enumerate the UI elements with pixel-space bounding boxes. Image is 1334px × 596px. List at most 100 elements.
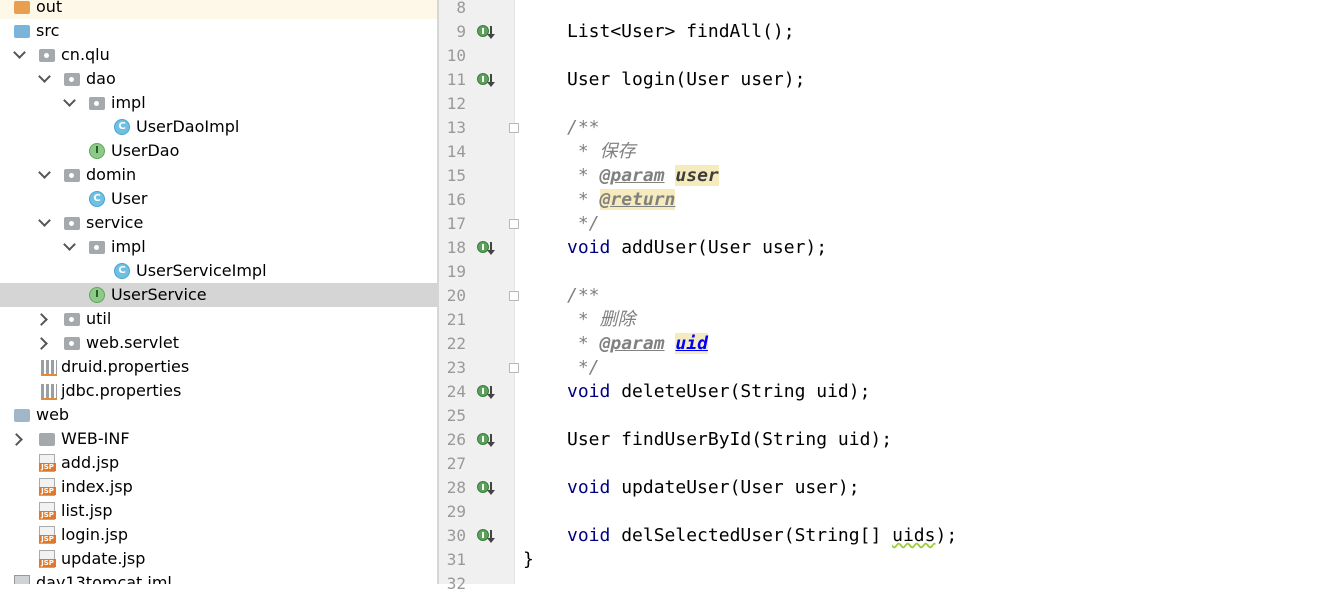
chevron-down-icon[interactable] <box>63 94 76 107</box>
tree-label: day13tomcat.iml <box>36 573 172 584</box>
jsp-file-icon: JSP <box>39 526 56 544</box>
tree-label: UserService <box>111 285 207 304</box>
tree-label: login.jsp <box>61 525 128 544</box>
chevron-right-icon[interactable] <box>35 313 48 326</box>
chevron-down-icon[interactable] <box>63 238 76 251</box>
tree-row-userdaoimpl[interactable]: C UserDaoImpl <box>0 115 437 139</box>
code-line-26[interactable]: User findUserById(String uid); <box>567 428 892 452</box>
jsp-file-icon: JSP <box>39 550 56 568</box>
tree-row-web[interactable]: web <box>0 403 437 427</box>
line-number: 17 <box>446 214 466 233</box>
tree-row-update-jsp[interactable]: JSP update.jsp <box>0 547 437 571</box>
tree-row-dao[interactable]: dao <box>0 67 437 91</box>
code-line-20[interactable]: /** <box>567 284 600 308</box>
chevron-down-icon[interactable] <box>38 214 51 227</box>
line-number: 9 <box>456 22 466 41</box>
tree-row-util[interactable]: util <box>0 307 437 331</box>
code-line-18[interactable]: void addUser(User user); <box>567 236 827 260</box>
package-icon <box>64 337 80 350</box>
tree-row-service[interactable]: service <box>0 211 437 235</box>
implemented-method-icon[interactable] <box>477 432 495 448</box>
chevron-right-icon[interactable] <box>35 337 48 350</box>
code-line-16[interactable]: * @return <box>567 188 676 212</box>
code-line-11[interactable]: User login(User user); <box>567 68 805 92</box>
tree-row-out[interactable]: out <box>0 0 437 19</box>
implemented-method-icon[interactable] <box>477 24 495 40</box>
code-line-14[interactable]: * 保存 <box>567 140 636 164</box>
code-line-9[interactable]: List<User> findAll(); <box>567 20 795 44</box>
implemented-method-icon[interactable] <box>477 240 495 256</box>
implemented-method-icon[interactable] <box>477 480 495 496</box>
package-icon <box>64 313 80 326</box>
class-icon: C <box>89 191 105 207</box>
tree-label: util <box>86 309 112 328</box>
implemented-method-icon[interactable] <box>477 384 495 400</box>
fold-marker-icon[interactable] <box>509 219 519 229</box>
fold-marker-icon[interactable] <box>509 363 519 373</box>
implemented-method-icon[interactable] <box>477 528 495 544</box>
line-number: 30 <box>446 526 466 545</box>
tree-row-userservice[interactable]: I UserService <box>0 283 437 307</box>
code-line-15[interactable]: * @param user <box>567 164 719 188</box>
chevron-right-icon[interactable] <box>10 433 23 446</box>
chevron-down-icon[interactable] <box>38 70 51 83</box>
tree-row-web-inf[interactable]: WEB-INF <box>0 427 437 451</box>
tree-row-user[interactable]: C User <box>0 187 437 211</box>
tree-label: web.servlet <box>86 333 179 352</box>
chevron-down-icon[interactable] <box>13 46 26 59</box>
code-line-17[interactable]: */ <box>567 212 600 236</box>
tree-label: service <box>86 213 144 232</box>
tree-label: update.jsp <box>61 549 146 568</box>
tree-row-list-jsp[interactable]: JSP list.jsp <box>0 499 437 523</box>
code-line-13[interactable]: /** <box>567 116 600 140</box>
tree-row-cn-qlu[interactable]: cn.qlu <box>0 43 437 67</box>
tree-row-druid-properties[interactable]: druid.properties <box>0 355 437 379</box>
code-line-21[interactable]: * 删除 <box>567 308 636 332</box>
line-number: 24 <box>446 382 466 401</box>
class-icon: C <box>114 263 130 279</box>
code-line-24[interactable]: void deleteUser(String uid); <box>567 380 870 404</box>
tree-row-domin[interactable]: domin <box>0 163 437 187</box>
tree-label: list.jsp <box>61 501 113 520</box>
tree-label: add.jsp <box>61 453 120 472</box>
folder-icon <box>14 1 30 14</box>
tree-row-add-jsp[interactable]: JSP add.jsp <box>0 451 437 475</box>
tree-label: User <box>111 189 148 208</box>
fold-marker-icon[interactable] <box>509 123 519 133</box>
tree-label: dao <box>86 69 116 88</box>
tree-row-userdao[interactable]: I UserDao <box>0 139 437 163</box>
implemented-method-icon[interactable] <box>477 72 495 88</box>
tree-label: domin <box>86 165 137 184</box>
tree-label: WEB-INF <box>61 429 130 448</box>
code-line-28[interactable]: void updateUser(User user); <box>567 476 860 500</box>
code-line-23[interactable]: */ <box>567 356 600 380</box>
tree-row-web-servlet[interactable]: web.servlet <box>0 331 437 355</box>
package-icon <box>64 217 80 230</box>
code-line-31[interactable]: } <box>523 548 534 572</box>
tree-row-src[interactable]: src <box>0 19 437 43</box>
code-line-22[interactable]: * @param uid <box>567 332 708 356</box>
folder-icon <box>39 433 55 446</box>
line-number: 31 <box>446 550 466 569</box>
properties-file-icon <box>41 384 57 400</box>
line-number: 21 <box>446 310 466 329</box>
tree-label: UserDaoImpl <box>136 117 240 136</box>
tree-row-jdbc-properties[interactable]: jdbc.properties <box>0 379 437 403</box>
tree-row-service-impl[interactable]: impl <box>0 235 437 259</box>
line-number: 15 <box>446 166 466 185</box>
tree-row-index-jsp[interactable]: JSP index.jsp <box>0 475 437 499</box>
tree-row-dao-impl[interactable]: impl <box>0 91 437 115</box>
tree-row-iml[interactable]: day13tomcat.iml <box>0 571 437 584</box>
package-icon <box>64 169 80 182</box>
fold-marker-icon[interactable] <box>509 291 519 301</box>
interface-icon: I <box>89 287 105 303</box>
tree-row-login-jsp[interactable]: JSP login.jsp <box>0 523 437 547</box>
web-folder-icon <box>14 409 30 422</box>
package-icon <box>89 241 105 254</box>
code-line-30[interactable]: void delSelectedUser(String[] uids); <box>567 524 957 548</box>
tree-label: UserServiceImpl <box>136 261 267 280</box>
line-number: 11 <box>446 70 466 89</box>
chevron-down-icon[interactable] <box>38 166 51 179</box>
project-tree-panel: out src cn.qlu dao impl C UserDaoImpl I … <box>0 0 437 584</box>
tree-row-userserviceimpl[interactable]: C UserServiceImpl <box>0 259 437 283</box>
